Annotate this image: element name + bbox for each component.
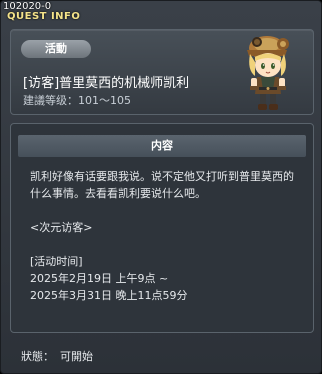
level-label: 建議等级： — [23, 94, 78, 107]
quest-description: 凯利好像有话要跟我说。说不定他又打听到普里莫西的什么事情。去看看凯利要说什么吧。 — [30, 170, 294, 200]
quest-name: [访客]普里莫西的机械师凯利 — [23, 76, 190, 91]
status-label: 狀態： — [21, 350, 54, 363]
event-period-label: [活动时间] — [30, 255, 83, 268]
window-title: QUEST INFO — [7, 11, 81, 22]
quest-level: 建議等级：101～105 — [23, 92, 131, 108]
npc-portrait-icon — [247, 36, 289, 110]
level-range: 101～105 — [78, 94, 131, 107]
quest-tag: <次元访客> — [30, 221, 93, 234]
event-start: 2025年2月19日 上午9点 ~ — [30, 272, 169, 285]
event-end: 2025年3月31日 晚上11点59分 — [30, 289, 188, 302]
quest-info-window: 102020-0 QUEST INFO 活動 [访客]普里莫西的机械师凯利 建議… — [0, 0, 322, 374]
content-heading: 内容 — [18, 135, 306, 157]
category-badge: 活動 — [21, 40, 91, 58]
status-value: 可開始 — [60, 350, 93, 363]
content-panel: 内容 凯利好像有话要跟我说。说不定他又打听到普里莫西的什么事情。去看看凯利要说什… — [10, 123, 314, 333]
quest-status: 狀態： 可開始 — [21, 348, 93, 364]
quest-header-panel: 活動 [访客]普里莫西的机械师凯利 建議等级：101～105 — [10, 29, 314, 115]
content-body: 凯利好像有话要跟我说。说不定他又打听到普里莫西的什么事情。去看看凯利要说什么吧。… — [30, 168, 302, 304]
